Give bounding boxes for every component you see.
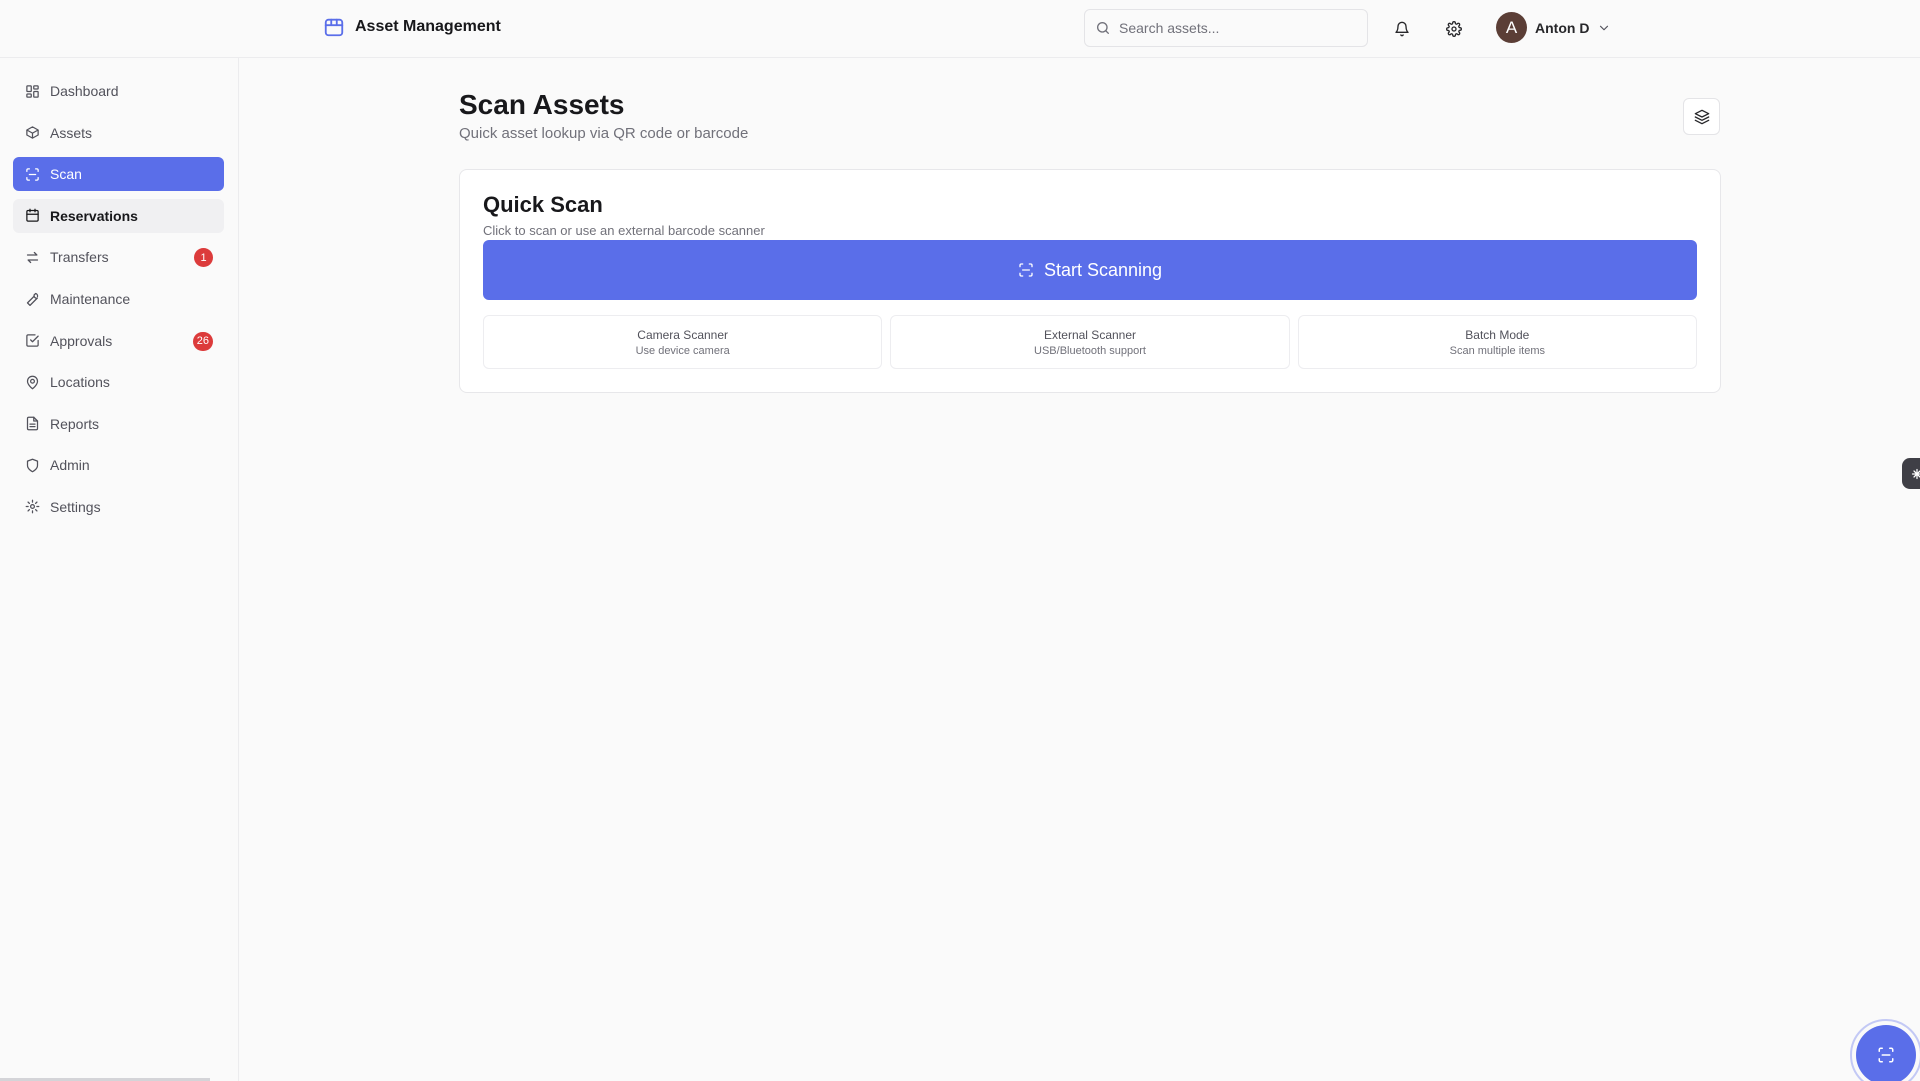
- user-menu[interactable]: A Anton D: [1496, 12, 1611, 43]
- wrench-icon: [26, 293, 39, 307]
- sidebar-item-settings[interactable]: Settings: [13, 490, 224, 524]
- page-subtitle: Quick asset lookup via QR code or barcod…: [459, 125, 749, 142]
- bell-icon: [1395, 21, 1409, 37]
- user-name: Anton D: [1535, 19, 1590, 36]
- gear-icon: [25, 500, 40, 514]
- layers-icon: [1694, 109, 1709, 124]
- sidebar-item-label: Dashboard: [50, 83, 119, 99]
- transfers-badge: 1: [194, 248, 213, 268]
- settings-button[interactable]: [1438, 13, 1470, 45]
- chevron-down-icon: [1600, 25, 1609, 30]
- option-subtitle: Scan multiple items: [1449, 344, 1545, 357]
- card-description: Click to scan or use an external barcode…: [483, 223, 765, 238]
- scan-options: Camera Scanner Use device camera Externa…: [483, 315, 1697, 369]
- shield-icon: [26, 458, 39, 473]
- sidebar-item-label: Transfers: [50, 249, 109, 266]
- avatar: A: [1496, 12, 1527, 43]
- sidebar-item-reports[interactable]: Reports: [13, 407, 224, 441]
- page-title: Scan Assets: [459, 89, 625, 120]
- top-bar: Asset Management A Anton D: [0, 0, 1920, 58]
- card-title: Quick Scan: [483, 192, 603, 217]
- scan-icon: [1019, 263, 1033, 277]
- search-input[interactable]: [1119, 20, 1359, 36]
- sidebar-item-locations[interactable]: Locations: [13, 365, 224, 399]
- option-title: External Scanner: [1043, 327, 1137, 342]
- dashboard-icon: [26, 84, 39, 98]
- search-box[interactable]: [1084, 9, 1368, 47]
- sidebar-item-label: Locations: [50, 374, 110, 391]
- app-title: Asset Management: [355, 18, 501, 35]
- package-icon: [323, 16, 345, 38]
- option-subtitle: Use device camera: [635, 344, 730, 357]
- map-pin-icon: [26, 375, 39, 390]
- approvals-badge: 26: [192, 331, 213, 351]
- calendar-icon: [26, 208, 39, 223]
- file-icon: [26, 416, 39, 431]
- scan-icon: [26, 167, 39, 181]
- sidebar-item-assets[interactable]: Assets: [13, 116, 224, 150]
- sidebar-item-label: Reservations: [50, 207, 138, 224]
- sparkle-icon: [1911, 468, 1920, 479]
- brand[interactable]: Asset Management: [323, 16, 501, 38]
- search-icon: [1097, 22, 1109, 34]
- start-scanning-button[interactable]: Start Scanning: [483, 240, 1697, 300]
- sidebar-item-label: Reports: [50, 415, 100, 432]
- quick-scan-card: Quick Scan Click to scan or use an exter…: [459, 169, 1721, 393]
- view-options-button[interactable]: [1683, 98, 1720, 135]
- side-panel-toggle[interactable]: [1902, 458, 1920, 489]
- sidebar-item-label: Maintenance: [50, 290, 131, 307]
- option-external-scanner[interactable]: External Scanner USB/Bluetooth support: [890, 315, 1290, 369]
- option-subtitle: USB/Bluetooth support: [1034, 344, 1146, 357]
- sidebar-item-reservations[interactable]: Reservations: [13, 198, 224, 233]
- option-batch-mode[interactable]: Batch Mode Scan multiple items: [1297, 315, 1697, 369]
- sidebar-item-maintenance[interactable]: Maintenance: [13, 282, 224, 316]
- option-title: Camera Scanner: [637, 327, 729, 342]
- sidebar-item-approvals[interactable]: Approvals 26: [13, 324, 224, 358]
- check-square-icon: [26, 334, 39, 347]
- sidebar-item-label: Approvals: [50, 332, 113, 349]
- sidebar-item-label: Settings: [50, 498, 101, 515]
- box-icon: [26, 126, 39, 139]
- sidebar-item-label: Scan: [50, 166, 82, 183]
- sidebar-item-scan[interactable]: Scan: [13, 157, 224, 192]
- notifications-button[interactable]: [1386, 13, 1418, 45]
- transfer-icon: [26, 251, 39, 263]
- sidebar-item-label: Assets: [50, 124, 93, 141]
- sidebar-item-admin[interactable]: Admin: [13, 448, 224, 482]
- sidebar-item-transfers[interactable]: Transfers 1: [13, 240, 224, 274]
- sidebar-item-label: Admin: [50, 457, 90, 474]
- option-camera-scanner[interactable]: Camera Scanner Use device camera: [483, 315, 883, 369]
- start-scanning-label: Start Scanning: [1043, 259, 1163, 280]
- sidebar: Dashboard Assets Scan Reservations Trans…: [0, 58, 239, 1081]
- floating-scan-button[interactable]: [1856, 1025, 1916, 1081]
- scan-icon: [1878, 1047, 1894, 1063]
- gear-icon: [1446, 21, 1462, 37]
- sidebar-nav: Dashboard Assets Scan Reservations Trans…: [13, 74, 224, 532]
- option-title: Batch Mode: [1465, 327, 1530, 342]
- sidebar-item-dashboard[interactable]: Dashboard: [13, 74, 224, 108]
